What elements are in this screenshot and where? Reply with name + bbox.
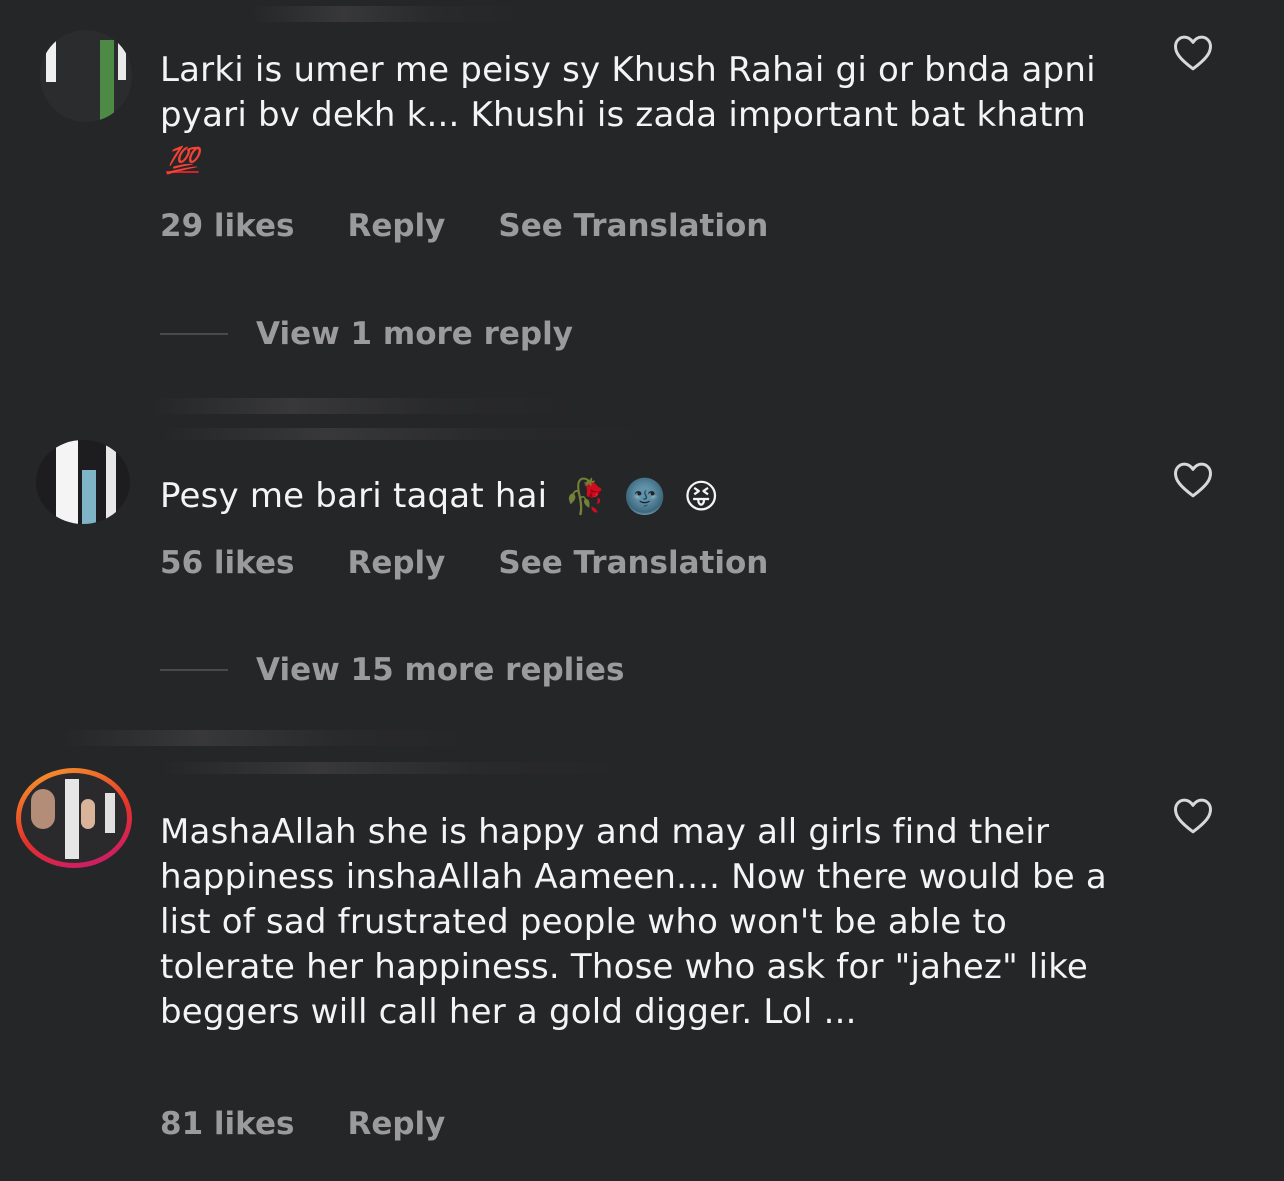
reply-button[interactable]: Reply: [347, 545, 445, 581]
comment-actions: 29 likes Reply See Translation: [160, 208, 768, 244]
see-translation-button[interactable]: See Translation: [498, 208, 768, 244]
story-avatar[interactable]: [16, 768, 132, 868]
comment-actions: 56 likes Reply See Translation: [160, 545, 768, 581]
heart-outline-icon[interactable]: [1173, 34, 1213, 72]
view-replies-button[interactable]: View 15 more replies: [160, 652, 624, 688]
view-replies-label[interactable]: View 1 more reply: [256, 316, 573, 352]
comment-text: Larki is umer me peisy sy Khush Rahai gi…: [160, 48, 1120, 184]
replies-divider: [160, 669, 228, 671]
redacted-username: [160, 428, 660, 440]
reply-button[interactable]: Reply: [347, 208, 445, 244]
replies-divider: [160, 333, 228, 335]
heart-outline-icon[interactable]: [1173, 797, 1213, 835]
avatar[interactable]: [36, 440, 130, 524]
comment-body: Pesy me bari taqat hai 🥀 🌚 😝: [160, 474, 1120, 520]
likes-count[interactable]: 29 likes: [160, 208, 294, 244]
heart-outline-icon[interactable]: [1173, 461, 1213, 499]
comment-text: MashaAllah she is happy and may all girl…: [160, 812, 1107, 1032]
likes-count[interactable]: 81 likes: [160, 1106, 294, 1142]
redacted-username: [60, 730, 480, 746]
reply-button[interactable]: Reply: [347, 1106, 445, 1142]
redacted-username: [150, 398, 580, 414]
hundred-points-emoji: 💯: [166, 146, 199, 176]
view-replies-label[interactable]: View 15 more replies: [256, 652, 624, 688]
wilted-rose-emoji: 🥀: [564, 477, 607, 517]
comment-text: Pesy me bari taqat hai 🥀 🌚 😝: [160, 474, 1120, 520]
redacted-username: [250, 6, 530, 22]
squinting-tongue-face-emoji: 😝: [683, 477, 720, 517]
avatar[interactable]: [40, 30, 132, 122]
view-replies-button[interactable]: View 1 more reply: [160, 316, 573, 352]
likes-count[interactable]: 56 likes: [160, 545, 294, 581]
new-moon-face-emoji: 🌚: [623, 477, 667, 517]
comment-actions: 81 likes Reply: [160, 1106, 445, 1142]
comment-body: MashaAllah she is happy and may all girl…: [160, 810, 1120, 1035]
redacted-username: [160, 762, 640, 774]
comments-screen: Larki is umer me peisy sy Khush Rahai gi…: [0, 0, 1284, 1181]
see-translation-button[interactable]: See Translation: [498, 545, 768, 581]
comment-body: Larki is umer me peisy sy Khush Rahai gi…: [160, 48, 1120, 184]
